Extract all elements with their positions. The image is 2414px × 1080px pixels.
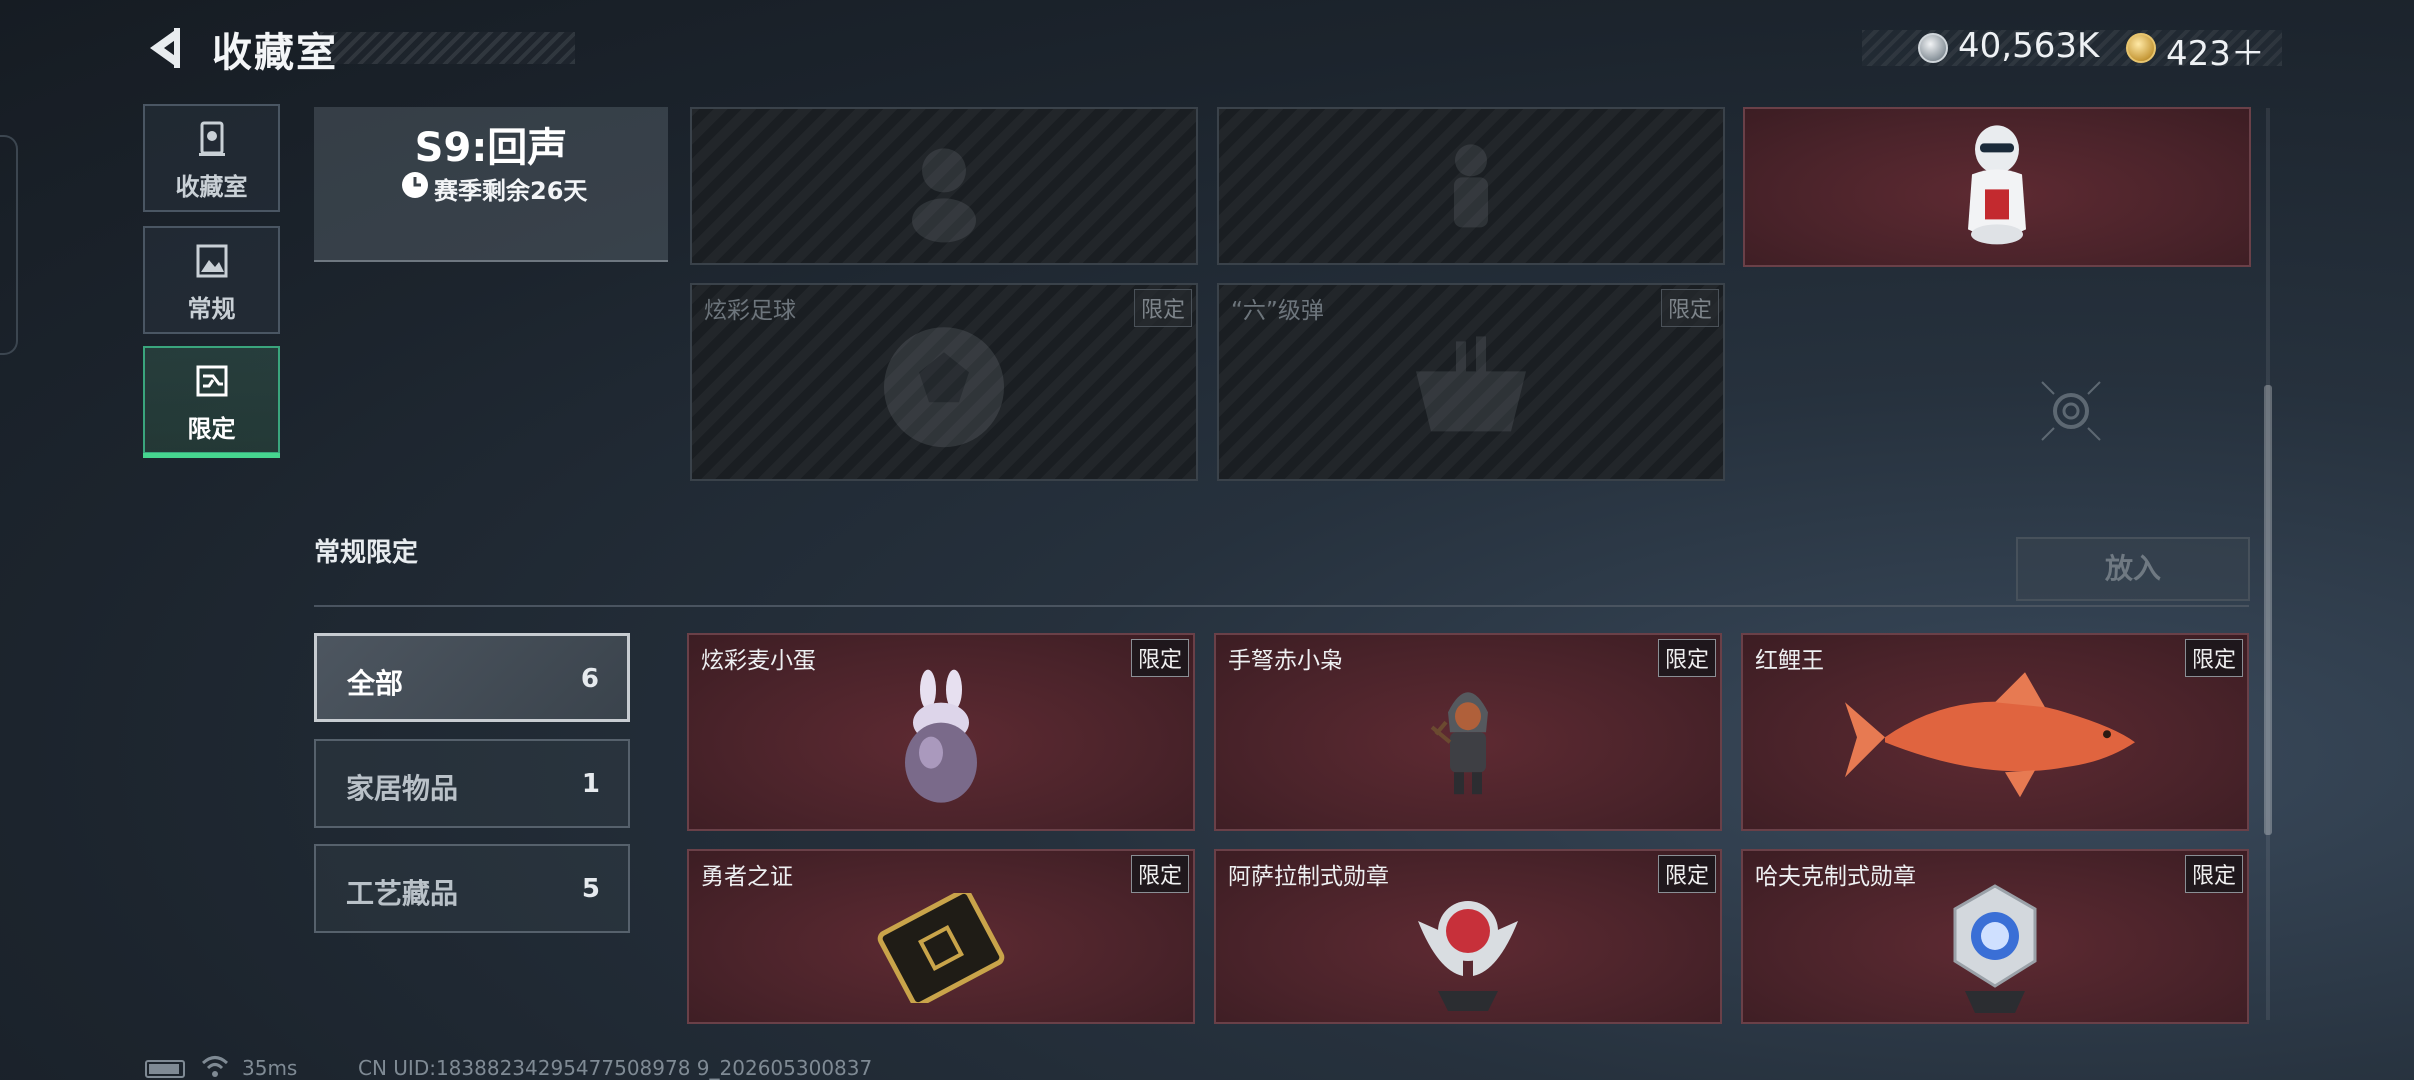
- item-name: “六”级弹: [1231, 298, 1324, 324]
- filter-label: 工艺藏品: [346, 877, 459, 910]
- divider: [314, 605, 2249, 607]
- item-name: 勇者之证: [701, 864, 793, 890]
- item-name: 手弩赤小枭: [1228, 648, 1343, 674]
- blue-medal-icon: [1953, 883, 2037, 1013]
- limited-badge: 限定: [1657, 855, 1716, 893]
- collection-slot-locked[interactable]: “六”级弹 限定: [1217, 283, 1725, 481]
- item-name: 红鲤王: [1755, 648, 1824, 674]
- item-name: 炫彩足球: [704, 298, 796, 324]
- back-button[interactable]: [140, 22, 192, 74]
- page-title: 收藏室: [212, 30, 338, 76]
- collection-slot-empty[interactable]: [1217, 107, 1725, 265]
- collection-slot-locked[interactable]: 炫彩足球 限定: [690, 283, 1198, 481]
- limited-badge: 限定: [1660, 289, 1719, 327]
- item-card[interactable]: 炫彩麦小蛋 限定: [687, 633, 1195, 831]
- item-name: 阿萨拉制式勋章: [1228, 864, 1389, 890]
- season-remaining: 赛季剩余26天: [434, 177, 588, 205]
- collection-slot-empty[interactable]: [690, 107, 1198, 265]
- season-title: S9:回声: [414, 125, 568, 171]
- ping-value: 35ms: [242, 1056, 298, 1080]
- filter-label: 家居物品: [346, 772, 459, 805]
- red-medal-icon: [1418, 900, 1518, 1011]
- limited-badge: 限定: [1657, 639, 1716, 677]
- tab-label: 限定: [187, 415, 236, 443]
- limited-badge: 限定: [1130, 639, 1189, 677]
- collection-slot-owned[interactable]: [1743, 107, 2251, 267]
- item-card[interactable]: 哈夫克制式勋章 限定: [1741, 849, 2249, 1024]
- wifi-icon: [201, 1056, 229, 1077]
- item-name: 哈夫克制式勋章: [1755, 864, 1916, 890]
- picture-icon: [196, 244, 227, 278]
- silver-currency-value: 40,563K: [1958, 26, 2100, 66]
- red-carp-icon: [1845, 672, 2135, 798]
- section-title: 常规限定: [314, 538, 419, 568]
- item-card[interactable]: 阿萨拉制式勋章 限定: [1214, 849, 1722, 1024]
- item-name: 炫彩麦小蛋: [701, 648, 816, 674]
- filter-count: 5: [581, 874, 600, 904]
- locked-item-silhouette-icon: [912, 148, 976, 243]
- season-card: S9:回声 赛季剩余26天: [314, 107, 668, 262]
- trophy-icon: [198, 121, 225, 156]
- limited-badge: 限定: [1130, 855, 1189, 893]
- limited-badge: 限定: [2184, 855, 2243, 893]
- limited-badge: 限定: [2184, 639, 2243, 677]
- filter-home-items[interactable]: 家居物品 1: [314, 739, 630, 828]
- locked-item-silhouette-icon: [1454, 144, 1488, 228]
- back-arrow-icon: [150, 28, 180, 68]
- tab-regular[interactable]: 常规: [143, 226, 280, 334]
- tab-label: 收藏室: [175, 173, 248, 201]
- gold-card-icon: [877, 892, 1005, 1003]
- tab-label: 常规: [187, 295, 236, 323]
- filter-craft-collectibles[interactable]: 工艺藏品 5: [314, 844, 630, 933]
- title-decoration: [320, 32, 575, 64]
- soccer-ball-icon: [884, 327, 1004, 448]
- filter-label: 全部: [347, 667, 404, 700]
- battery-icon: [145, 1060, 185, 1078]
- hooded-figure-icon: [1430, 692, 1488, 795]
- silver-coin-icon: [1918, 33, 1948, 63]
- item-card[interactable]: 手弩赤小枭 限定: [1214, 633, 1722, 831]
- uid-text: CN UID:18388234295477508978 9_2026053008…: [358, 1056, 873, 1080]
- target-slot-icon: [2041, 381, 2101, 441]
- tab-limited[interactable]: 限定: [143, 346, 280, 458]
- put-in-button[interactable]: 放入: [2016, 537, 2250, 601]
- colonel-figure-icon: [1968, 125, 2026, 245]
- limited-badge: 限定: [1133, 289, 1192, 327]
- bunny-egg-icon: [905, 669, 977, 803]
- item-card[interactable]: 勇者之证 限定: [687, 849, 1195, 1024]
- filter-count: 6: [580, 664, 599, 694]
- item-card[interactable]: 红鲤王 限定: [1741, 633, 2249, 831]
- filter-all[interactable]: 全部 6: [314, 633, 630, 722]
- tab-collection-room[interactable]: 收藏室: [143, 104, 280, 212]
- clock-icon: [402, 172, 428, 198]
- gold-currency-value[interactable]: 423＋: [2166, 26, 2265, 75]
- scrollbar-thumb[interactable]: [2264, 385, 2272, 835]
- gold-coin-icon: [2126, 33, 2156, 63]
- filter-count: 1: [581, 769, 600, 799]
- side-drawer-handle[interactable]: [0, 135, 18, 355]
- shuffle-icon: [196, 365, 227, 397]
- ammo-crate-icon: [1416, 336, 1526, 432]
